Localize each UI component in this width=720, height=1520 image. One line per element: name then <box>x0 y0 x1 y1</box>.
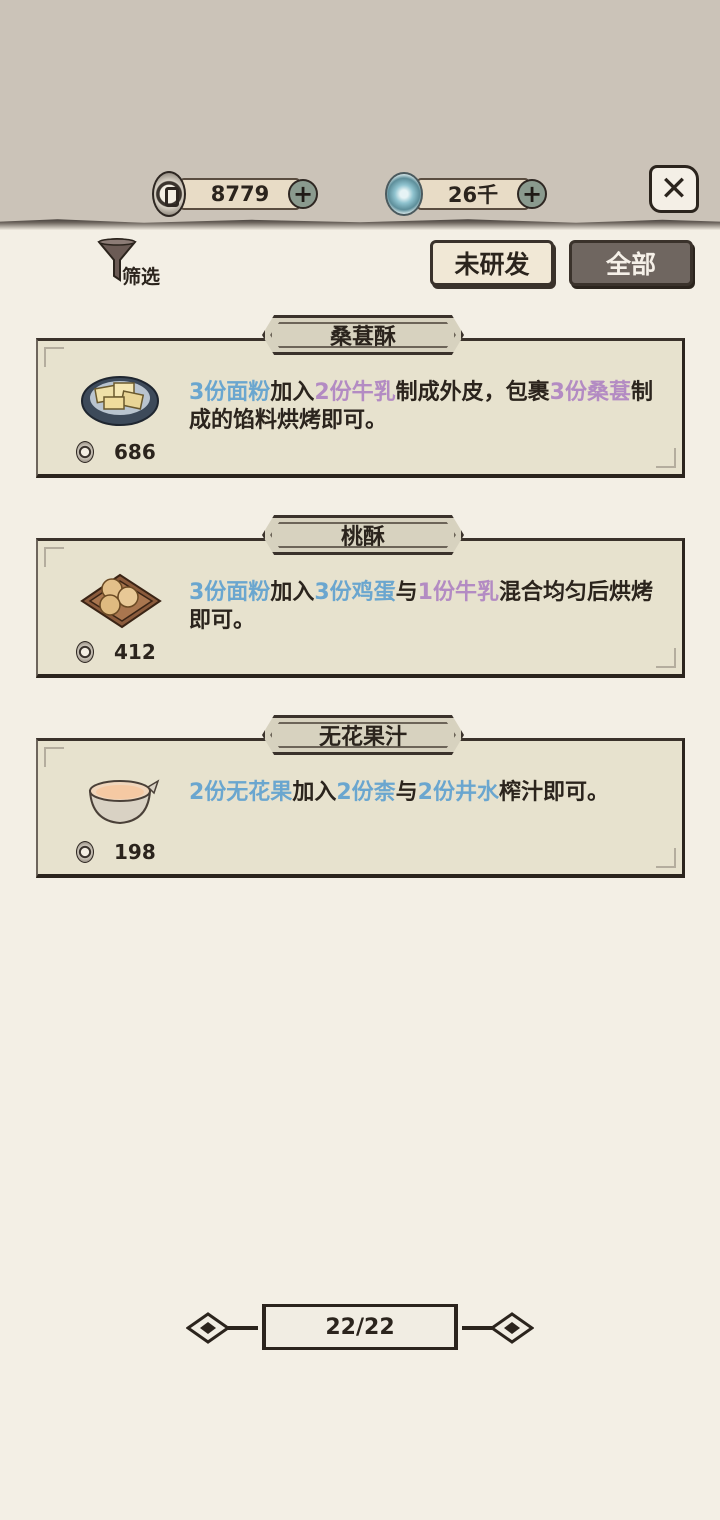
coin-icon <box>152 171 186 217</box>
ingredient-text: 3份鸡蛋 <box>314 580 396 605</box>
recipe-description: 2份无花果加入2份柰与2份井水榨汁即可。 <box>189 779 659 807</box>
description-text: 与 <box>395 780 418 805</box>
description-text: 加入 <box>292 780 337 805</box>
top-banner <box>0 0 720 225</box>
prev-page-arrow-icon[interactable] <box>186 1310 260 1346</box>
recipe-card[interactable]: 桑葚酥 686 3份面粉加入2份牛乳制成外皮，包裹3份桑葚制成的馅料烘烤即可。 <box>36 315 685 478</box>
price: 412 <box>76 637 156 667</box>
jade-value: 26千 <box>417 178 529 210</box>
description-text: 制成外皮，包裹 <box>395 380 550 405</box>
recipe-name: 无花果汁 <box>318 725 407 750</box>
recipe-name: 桃酥 <box>340 525 385 550</box>
description-text: 加入 <box>270 580 315 605</box>
add-jade-plus-icon[interactable]: + <box>517 179 547 209</box>
coin-icon <box>76 641 94 663</box>
description-text: 榨汁即可。 <box>498 780 609 805</box>
price-value: 412 <box>114 640 156 664</box>
coin-counter: 8779 + <box>152 171 318 217</box>
recipe-description: 3份面粉加入3份鸡蛋与1份牛乳混合均匀后烘烤即可。 <box>189 579 659 635</box>
coin-value: 8779 <box>180 178 300 210</box>
filter-label: 筛选 <box>122 266 161 288</box>
ingredient-text: 2份柰 <box>336 780 396 805</box>
ingredient-text: 2份井水 <box>417 780 499 805</box>
ingredient-text: 2份牛乳 <box>314 380 396 405</box>
recipe-title-plate: 无花果汁 <box>262 715 464 755</box>
price: 198 <box>76 837 156 867</box>
ingredient-text: 2份无花果 <box>189 780 293 805</box>
tab-all[interactable]: 全部 <box>569 240 693 286</box>
jade-counter: 26千 + <box>385 172 547 216</box>
price: 686 <box>76 437 156 467</box>
ingredient-text: 1份牛乳 <box>417 580 499 605</box>
pastry-plate-icon <box>81 376 159 426</box>
recipe-card[interactable]: 无花果汁 198 2份无花果加入2份柰与2份井水榨汁即可。 <box>36 715 685 878</box>
ingredient-text: 3份桑葚 <box>549 380 631 405</box>
description-text: 与 <box>395 580 418 605</box>
page-indicator: 22/22 <box>262 1304 458 1350</box>
cookie-tray-icon <box>80 573 162 629</box>
tab-unresearched[interactable]: 未研发 <box>430 240 554 286</box>
description-text: 加入 <box>270 380 315 405</box>
coin-icon <box>76 841 94 863</box>
juice-bowl-icon <box>88 779 160 825</box>
filter-button[interactable]: 筛选 <box>92 236 182 288</box>
coin-icon <box>76 441 94 463</box>
recipe-title-plate: 桃酥 <box>262 515 464 555</box>
recipe-title-plate: 桑葚酥 <box>262 315 464 355</box>
recipe-description: 3份面粉加入2份牛乳制成外皮，包裹3份桑葚制成的馅料烘烤即可。 <box>189 379 659 435</box>
close-icon: ✕ <box>659 169 689 209</box>
price-value: 686 <box>114 440 156 464</box>
ingredient-text: 3份面粉 <box>189 580 271 605</box>
close-button[interactable]: ✕ <box>649 165 699 213</box>
swirl-icon <box>385 172 423 216</box>
ingredient-text: 3份面粉 <box>189 380 271 405</box>
add-coins-plus-icon[interactable]: + <box>288 179 318 209</box>
pager: 22/22 <box>186 1302 534 1352</box>
recipe-card[interactable]: 桃酥 412 3份面粉加入3份鸡蛋与1份牛乳混合均匀后烘烤即可。 <box>36 515 685 678</box>
recipe-name: 桑葚酥 <box>329 325 396 350</box>
price-value: 198 <box>114 840 156 864</box>
next-page-arrow-icon[interactable] <box>460 1310 534 1346</box>
